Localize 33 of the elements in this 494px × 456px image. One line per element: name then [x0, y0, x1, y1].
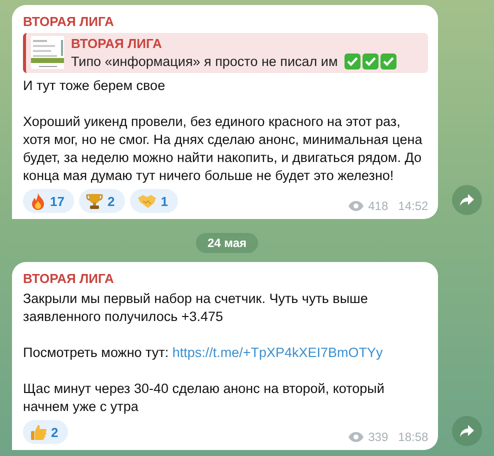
reaction-button[interactable]: 1 [130, 189, 178, 213]
forward-arrow-icon [460, 425, 474, 437]
trophy-icon [86, 192, 104, 210]
sender-name: ВТОРАЯ ЛИГА [23, 14, 115, 29]
view-count: 418 [368, 199, 388, 213]
fire-icon [30, 192, 46, 210]
handshake-icon [136, 193, 157, 209]
message-time: 14:52 [398, 199, 428, 213]
reaction-button[interactable]: 2 [23, 420, 68, 444]
reply-text: Типо «информация» я просто не писал им [71, 54, 338, 69]
reply-quote[interactable]: ВТОРАЯ ЛИГА Типо «информация» я просто не писал им [23, 33, 428, 73]
message-text: Закрыли мы первый набор на счетчик. Чуть чуть выше заявленного получилось +3.475 [23, 290, 369, 326]
message-text: Хороший уикенд провели, без единого красного на этот раз, хотя мог, но не смог. На днях сделаю анонс, минимальная цена будет, за неделю можно найти накопить, и двигаться рядом. До конца мая думаю тут ничего больше не будет это железно! [23, 113, 424, 185]
forward-button[interactable] [452, 416, 482, 446]
reaction-button[interactable]: 17 [23, 189, 74, 213]
message-text: Посмотреть можно тут: https://t.me/+TpXP4kXEI7BmOTYy [23, 344, 384, 362]
check-icon [344, 53, 361, 70]
eye-icon [348, 201, 364, 211]
check-icon [380, 53, 397, 70]
eye-icon [348, 432, 364, 442]
forward-arrow-icon [460, 194, 474, 206]
link[interactable]: https://t.me/+TpXP4kXEI7BmOTYy [172, 345, 383, 360]
date-label: 24 мая [196, 233, 258, 253]
view-count: 339 [368, 430, 388, 444]
message-text: И тут тоже берем свое [23, 77, 166, 95]
message-text: Щас минут через 30-40 сделаю анонс на второй, который начнем уже с утра [23, 380, 386, 416]
reaction-button[interactable]: 2 [79, 189, 125, 213]
message-time: 18:58 [398, 430, 428, 444]
sender-name: ВТОРАЯ ЛИГА [23, 271, 115, 286]
check-icon [362, 53, 379, 70]
thumbs-up-icon [30, 424, 47, 440]
reply-sender: ВТОРАЯ ЛИГА [71, 36, 163, 51]
forward-button[interactable] [452, 185, 482, 215]
